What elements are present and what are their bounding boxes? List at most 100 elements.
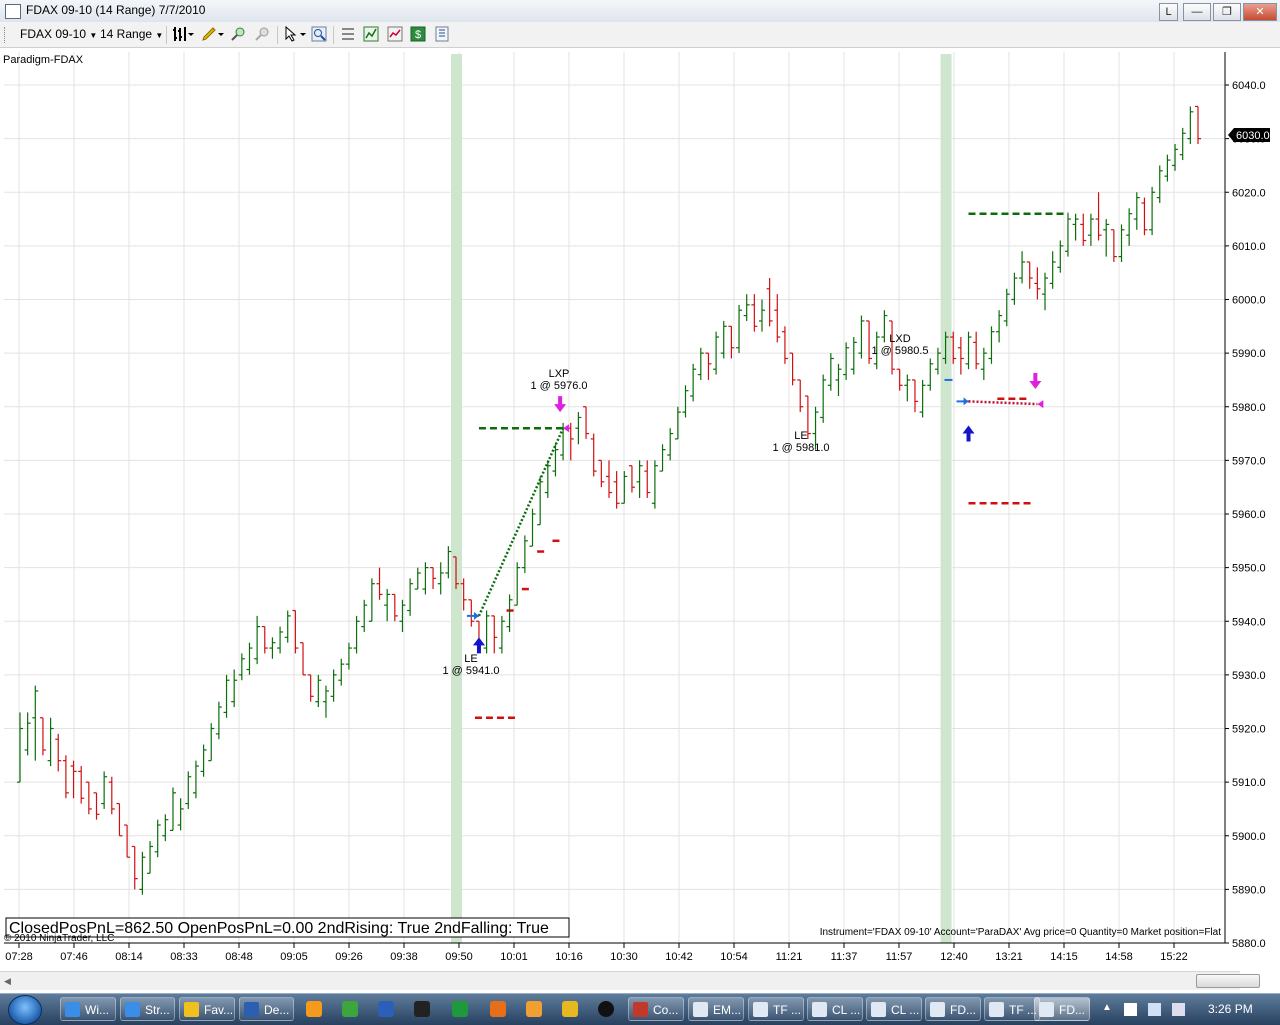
taskbar-button[interactable]: Fav... bbox=[179, 997, 235, 1021]
time-tick-label: 14:58 bbox=[1105, 951, 1133, 963]
instrument-selector[interactable]: FDAX 09-10 ▼ bbox=[20, 27, 97, 41]
chart-icon bbox=[989, 1002, 1004, 1017]
taskbar-button[interactable]: Str... bbox=[120, 997, 175, 1021]
taskbar-button[interactable]: Wi... bbox=[60, 997, 116, 1021]
time-tick-label: 11:21 bbox=[776, 951, 803, 963]
taskbar-button[interactable]: FD... bbox=[925, 997, 981, 1021]
price-tick-label: 5990.0 bbox=[1232, 348, 1266, 360]
time-tick-label: 10:01 bbox=[500, 951, 528, 963]
window-title: FDAX 09-10 (14 Range) 7/7/2010 bbox=[26, 3, 206, 17]
spreadsheet-icon[interactable] bbox=[452, 1001, 468, 1017]
price-tick-label: 5950.0 bbox=[1232, 563, 1266, 575]
taskbar-clock[interactable]: 3:26 PM bbox=[1208, 1002, 1253, 1016]
toolbar-grip[interactable] bbox=[4, 27, 7, 43]
price-axis[interactable]: 5880.0 5890.0 5900.0 5910.0 5920.0 5930.0 5940… bbox=[1225, 80, 1266, 950]
entry-fill-marker bbox=[473, 611, 479, 620]
time-axis[interactable]: 07:28 07:46 08:14 08:33 08:48 09:05 09:26 09:38… bbox=[4, 942, 1225, 963]
time-tick-label: 11:37 bbox=[831, 951, 858, 963]
time-tick-label: 11:57 bbox=[886, 951, 913, 963]
start-button[interactable] bbox=[8, 995, 42, 1025]
exit-fill-marker bbox=[563, 424, 570, 433]
tray-expand-icon[interactable]: ▲ bbox=[1102, 1002, 1112, 1013]
minimize-button[interactable]: — bbox=[1183, 3, 1211, 21]
period-selector[interactable]: 14 Range ▼ bbox=[100, 27, 163, 41]
time-tick-label: 09:50 bbox=[445, 951, 473, 963]
maximize-button[interactable]: ❐ bbox=[1213, 3, 1241, 21]
media-player-icon[interactable] bbox=[306, 1001, 322, 1017]
data-box-icon[interactable] bbox=[434, 26, 450, 42]
zoom-out-icon[interactable] bbox=[254, 26, 270, 42]
chart-icon bbox=[930, 1002, 945, 1017]
time-tick-label: 10:54 bbox=[720, 951, 748, 963]
entry-signal-label: LE bbox=[464, 653, 477, 665]
bar-style-icon[interactable] bbox=[172, 26, 194, 42]
toolbar-separator bbox=[277, 26, 278, 44]
scroll-left-icon[interactable]: ◀ bbox=[4, 976, 11, 987]
exit-fill-label: 1 @ 5976.0 bbox=[530, 380, 587, 392]
price-tick-label: 5920.0 bbox=[1232, 724, 1266, 736]
line-chart-icon[interactable] bbox=[387, 26, 403, 42]
session-highlight-band bbox=[451, 54, 463, 943]
chart-scrollbar[interactable]: ◀ bbox=[0, 971, 1260, 990]
price-tick-label: 5910.0 bbox=[1232, 777, 1266, 789]
entry-arrow-icon bbox=[472, 637, 485, 654]
indicators-icon[interactable] bbox=[363, 26, 379, 42]
chart-icon bbox=[871, 1002, 886, 1017]
chart-window-icon bbox=[5, 4, 21, 19]
pencil-icon[interactable] bbox=[201, 26, 225, 42]
taskbar-button[interactable]: TF ... bbox=[984, 997, 1040, 1021]
price-tick-label: 6020.0 bbox=[1232, 187, 1266, 199]
clock-app-icon[interactable] bbox=[598, 1001, 614, 1017]
price-tick-label: 5970.0 bbox=[1232, 455, 1266, 467]
exit-arrow-icon bbox=[554, 396, 567, 413]
camera-icon[interactable] bbox=[414, 1001, 430, 1017]
time-tick-label: 08:48 bbox=[225, 951, 253, 963]
price-tick-label: 5880.0 bbox=[1232, 938, 1266, 950]
price-chart[interactable]: 5880.0 5890.0 5900.0 5910.0 5920.0 5930.0 5940… bbox=[0, 47, 1280, 971]
chart-icon bbox=[812, 1002, 827, 1017]
time-tick-label: 08:33 bbox=[170, 951, 198, 963]
stop-target-levels bbox=[474, 212, 1069, 720]
close-button[interactable]: ✕ bbox=[1243, 3, 1277, 21]
session-highlights bbox=[451, 54, 952, 943]
cursor-icon[interactable] bbox=[283, 26, 307, 42]
window-titlebar[interactable]: FDAX 09-10 (14 Range) 7/7/2010 L — ❐ ✕ bbox=[0, 0, 1280, 23]
app-launcher-icon[interactable] bbox=[342, 1001, 358, 1017]
taskbar-button[interactable]: EM... bbox=[688, 997, 744, 1021]
magnifier-icon[interactable] bbox=[311, 26, 327, 42]
taskbar-button[interactable]: CL ... bbox=[807, 997, 863, 1021]
network-tool-icon[interactable] bbox=[378, 1001, 394, 1017]
trade-connector-line bbox=[968, 400, 1038, 406]
pencil-tool-icon[interactable] bbox=[562, 1001, 578, 1017]
vlc-icon[interactable] bbox=[490, 1001, 506, 1017]
taskbar-button[interactable]: De... bbox=[239, 997, 294, 1021]
time-tick-label: 09:38 bbox=[390, 951, 418, 963]
zoom-in-icon[interactable] bbox=[230, 26, 246, 42]
price-tick-label: 5930.0 bbox=[1232, 670, 1266, 682]
properties-icon[interactable] bbox=[340, 26, 356, 42]
volume-icon[interactable] bbox=[1172, 1003, 1185, 1016]
exit-arrow-icon bbox=[1029, 373, 1042, 390]
taskbar-button[interactable]: CL ... bbox=[866, 997, 922, 1021]
chart-icon bbox=[753, 1002, 768, 1017]
time-tick-label: 09:05 bbox=[280, 951, 308, 963]
taskbar-button[interactable]: TF ... bbox=[748, 997, 804, 1021]
entry-signal-label: LE bbox=[794, 430, 807, 442]
time-tick-label: 07:28 bbox=[5, 951, 33, 963]
scroll-thumb[interactable] bbox=[1196, 974, 1260, 988]
network-icon[interactable] bbox=[1148, 1003, 1161, 1016]
ninjatrader-icon bbox=[633, 1002, 648, 1017]
taskbar-button-active[interactable]: FD... bbox=[1034, 997, 1090, 1021]
exit-signal-label: LXD bbox=[889, 333, 910, 345]
taskbar-button[interactable]: Co... bbox=[628, 997, 684, 1021]
link-button[interactable]: L bbox=[1159, 3, 1178, 21]
price-bars bbox=[17, 105, 1201, 895]
time-tick-label: 10:16 bbox=[555, 951, 583, 963]
dollar-icon[interactable]: $ bbox=[410, 26, 426, 42]
flag-icon[interactable] bbox=[1124, 1003, 1137, 1016]
trade-connector-line bbox=[477, 427, 565, 617]
firefox-icon[interactable] bbox=[526, 1001, 542, 1017]
time-tick-label: 10:42 bbox=[665, 951, 693, 963]
time-tick-label: 14:15 bbox=[1050, 951, 1078, 963]
exit-fill-label: 1 @ 5980.5 bbox=[871, 345, 928, 357]
